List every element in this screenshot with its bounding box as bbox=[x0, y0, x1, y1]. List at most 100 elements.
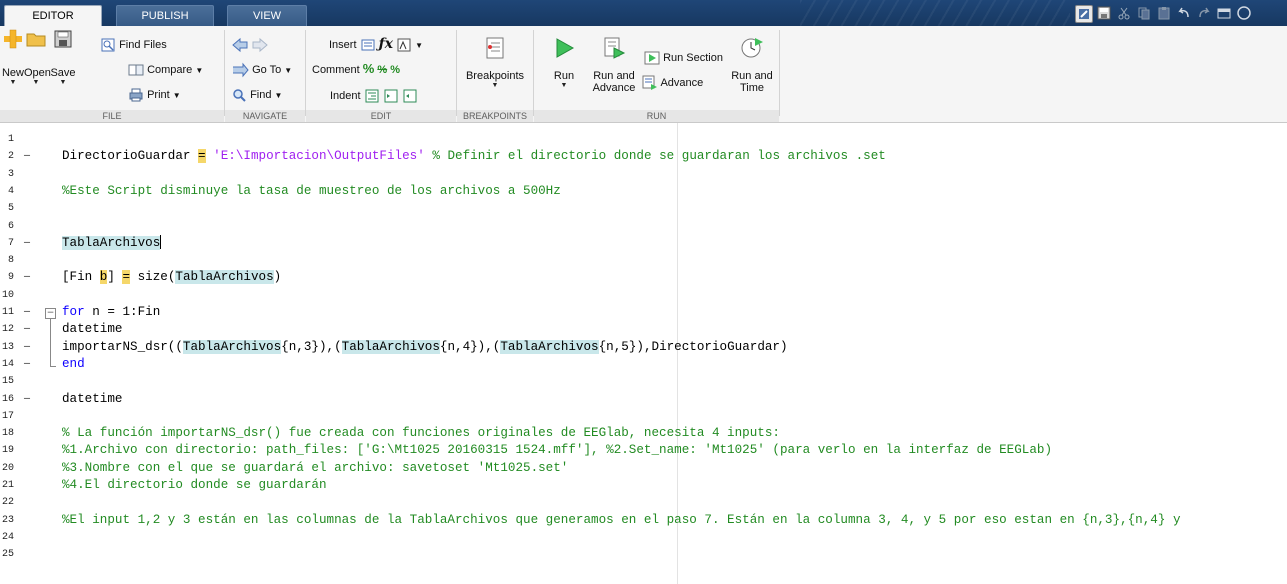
find-files-button[interactable]: Find Files bbox=[100, 37, 167, 53]
layout-icon[interactable] bbox=[1075, 5, 1093, 23]
new-button[interactable]: New ▼ bbox=[0, 28, 26, 87]
forward-icon bbox=[252, 37, 268, 53]
warning-marker[interactable]: = bbox=[122, 270, 131, 285]
comment-icon[interactable]: % bbox=[363, 61, 375, 76]
save-button[interactable]: Save ▼ bbox=[49, 28, 77, 87]
back-button[interactable] bbox=[231, 37, 249, 53]
indent-button[interactable]: Indent bbox=[330, 88, 418, 104]
highlighted-variable: TablaArchivos bbox=[175, 270, 274, 285]
line-number: 24 bbox=[1, 531, 14, 543]
line-number: 17 bbox=[1, 410, 14, 422]
run-and-time-button[interactable]: Run and Time bbox=[730, 36, 774, 94]
line-number: 22 bbox=[1, 497, 14, 509]
run-group-label: RUN bbox=[534, 110, 779, 122]
highlighted-variable: TablaArchivos bbox=[341, 339, 440, 354]
toolstrip-tab-bar: EDITOR PUBLISH VIEW bbox=[0, 0, 1287, 27]
find-button[interactable]: Find ▼ bbox=[231, 87, 282, 103]
chevron-down-icon: ▼ bbox=[9, 79, 17, 86]
chevron-down-icon: ▼ bbox=[560, 82, 568, 89]
redo-icon[interactable] bbox=[1196, 5, 1212, 21]
advance-button[interactable]: Advance bbox=[642, 75, 703, 91]
comment-button[interactable]: Comment % % % bbox=[312, 61, 400, 76]
run-and-advance-label-1: Run and bbox=[593, 70, 635, 82]
forward-button[interactable] bbox=[251, 37, 269, 53]
help-icon[interactable] bbox=[1236, 5, 1252, 21]
breakpoints-label: Breakpoints bbox=[465, 70, 525, 82]
code-line: end bbox=[62, 356, 85, 371]
line-number: 2— bbox=[7, 151, 31, 163]
warning-marker[interactable]: = bbox=[198, 149, 206, 164]
code-line: datetime bbox=[62, 322, 123, 337]
code-line: %Este Script disminuye la tasa de muestr… bbox=[62, 183, 561, 198]
tab-publish[interactable]: PUBLISH bbox=[116, 5, 214, 27]
save-quick-icon[interactable] bbox=[1096, 5, 1112, 21]
run-and-advance-button[interactable]: Run and Advance bbox=[590, 36, 638, 94]
new-label: New bbox=[1, 67, 24, 79]
code-line: %El input 1,2 y 3 están en las columnas … bbox=[62, 512, 1181, 527]
fx-icon[interactable]: ƒx bbox=[379, 36, 393, 52]
chevron-down-icon: ▼ bbox=[195, 65, 204, 75]
run-section-button[interactable]: Run Section bbox=[644, 50, 723, 66]
run-section-icon bbox=[644, 51, 660, 65]
find-icon bbox=[233, 89, 246, 102]
chevron-down-icon: ▼ bbox=[32, 79, 40, 86]
indent-label: Indent bbox=[330, 89, 361, 102]
new-icon bbox=[4, 29, 22, 49]
code-fold-line bbox=[50, 319, 51, 366]
breakpoints-group-label: BREAKPOINTS bbox=[457, 110, 533, 122]
code-line: [Fin b] = size(TablaArchivos) bbox=[62, 270, 282, 285]
open-button[interactable]: Open ▼ bbox=[24, 28, 51, 87]
uncomment-icon[interactable]: % bbox=[377, 64, 387, 76]
go-to-label: Go To bbox=[252, 63, 282, 76]
line-number: 8 bbox=[7, 255, 14, 267]
go-to-icon bbox=[233, 62, 249, 78]
run-and-time-label-1: Run and bbox=[731, 70, 773, 82]
group-separator bbox=[224, 30, 225, 116]
undo-icon[interactable] bbox=[1176, 5, 1192, 21]
line-number: 11— bbox=[1, 307, 31, 318]
advance-label: Advance bbox=[660, 76, 704, 89]
line-number: 6 bbox=[7, 220, 14, 232]
wrap-comment-icon[interactable]: % bbox=[390, 64, 400, 76]
advance-icon bbox=[642, 75, 657, 90]
find-label: Find bbox=[250, 88, 272, 101]
print-button[interactable]: Print ▼ bbox=[128, 87, 181, 103]
group-separator bbox=[779, 30, 780, 116]
open-icon bbox=[26, 33, 46, 47]
run-section-label: Run Section bbox=[663, 51, 723, 64]
code-fold-end bbox=[50, 366, 56, 367]
line-number: 21 bbox=[1, 480, 14, 491]
tab-bar-pattern bbox=[800, 0, 1070, 26]
run-label: Run bbox=[553, 70, 575, 82]
save-label: Save bbox=[50, 67, 76, 79]
navigate-group-label: NAVIGATE bbox=[225, 110, 305, 122]
switch-windows-icon[interactable] bbox=[1216, 5, 1232, 21]
code-fold-toggle[interactable]: − bbox=[45, 308, 56, 319]
indent-icon[interactable] bbox=[364, 88, 380, 104]
run-button[interactable]: Run ▼ bbox=[549, 36, 579, 90]
tab-editor[interactable]: EDITOR bbox=[4, 5, 102, 27]
cut-icon[interactable] bbox=[1116, 5, 1132, 21]
text-cursor bbox=[160, 235, 162, 250]
insert-function-icon[interactable] bbox=[396, 37, 412, 53]
line-number: 10 bbox=[1, 289, 14, 301]
line-number: 15 bbox=[1, 376, 14, 388]
copy-icon[interactable] bbox=[1136, 5, 1152, 21]
line-number: 7— bbox=[7, 237, 31, 249]
print-label: Print bbox=[147, 88, 170, 101]
code-line: TablaArchivos bbox=[62, 235, 162, 252]
code-editor[interactable]: 1 2— 3 4 5 6 7— 8 9— 10 11— 12— 13— 14— … bbox=[0, 123, 1287, 584]
code-line: DirectorioGuardar = 'E:\Importacion\Outp… bbox=[62, 149, 886, 164]
go-to-button[interactable]: Go To ▼ bbox=[231, 62, 292, 78]
insert-button[interactable]: Insert ƒx ▼ bbox=[329, 37, 423, 53]
highlighted-variable: TablaArchivos bbox=[62, 235, 161, 250]
decrease-indent-icon[interactable] bbox=[402, 88, 418, 104]
quick-access-toolbar bbox=[1068, 0, 1287, 26]
run-and-time-icon bbox=[741, 38, 763, 58]
paste-icon[interactable] bbox=[1156, 5, 1172, 21]
tab-view[interactable]: VIEW bbox=[227, 5, 307, 27]
chevron-down-icon: ▼ bbox=[274, 90, 283, 100]
compare-button[interactable]: Compare ▼ bbox=[128, 62, 203, 78]
breakpoints-button[interactable]: Breakpoints ▼ bbox=[463, 36, 527, 90]
increase-indent-icon[interactable] bbox=[383, 88, 399, 104]
